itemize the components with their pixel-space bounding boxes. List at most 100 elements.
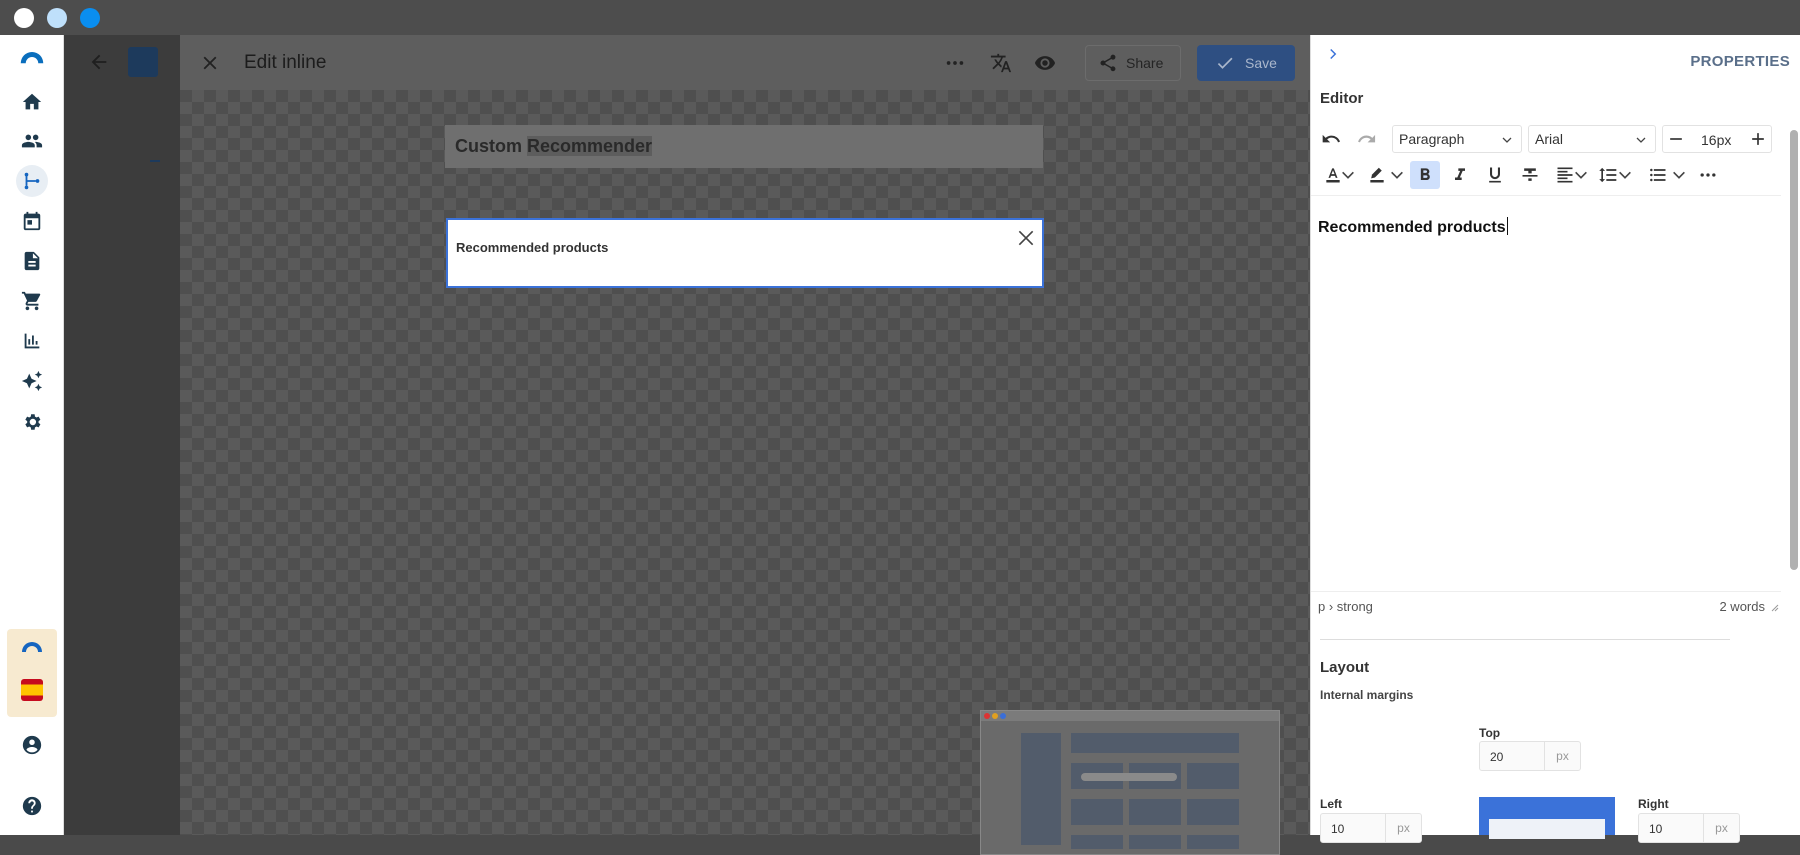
save-button[interactable]: Save	[1197, 45, 1295, 81]
header-text: Custom Recommender	[455, 136, 653, 157]
element-path[interactable]: p › strong	[1318, 599, 1373, 614]
editor-canvas: Custom Recommender Recommended products	[180, 90, 1310, 855]
top-label: Top	[1479, 726, 1501, 740]
journey-icon[interactable]	[16, 165, 48, 197]
resize-handle-icon[interactable]	[1769, 602, 1779, 612]
strikethrough-icon[interactable]	[1515, 161, 1545, 189]
app: Edit inline Share Save Custom Recommende…	[0, 35, 1800, 855]
close-icon[interactable]	[196, 49, 224, 77]
save-label: Save	[1245, 55, 1277, 71]
minimize-window-button[interactable]	[47, 8, 67, 28]
more-toolbar-icon[interactable]	[1693, 161, 1723, 189]
calendar-icon[interactable]	[16, 205, 48, 237]
font-size-value[interactable]: 16px	[1701, 132, 1731, 148]
right-margin-value: 10	[1649, 822, 1663, 836]
close-block-icon[interactable]	[1016, 228, 1036, 248]
help-icon[interactable]	[16, 790, 48, 822]
left-label: Left	[1320, 797, 1342, 811]
window-titlebar	[0, 0, 1800, 35]
cart-icon[interactable]	[16, 285, 48, 317]
block-format-value: Paragraph	[1399, 131, 1465, 147]
device-icon	[128, 47, 158, 77]
right-margin-field[interactable]: 10 px	[1638, 813, 1740, 843]
modal-title: Edit inline	[244, 52, 327, 73]
increase-size-icon[interactable]	[1745, 126, 1771, 152]
chart-icon[interactable]	[16, 325, 48, 357]
translate-icon[interactable]	[986, 48, 1016, 78]
more-options-icon[interactable]	[940, 48, 970, 78]
logo-icon[interactable]	[16, 41, 48, 73]
minimap-bar	[981, 711, 1279, 721]
underline-icon[interactable]	[1480, 161, 1510, 189]
editor-content[interactable]: Recommended products	[1318, 217, 1508, 237]
zoom-window-button[interactable]	[80, 8, 100, 28]
chevron-down-icon[interactable]	[1573, 161, 1589, 189]
margin-preview	[1479, 797, 1615, 839]
block-text: Recommended products	[456, 240, 609, 255]
layout-label: Layout	[1320, 659, 1370, 676]
check-icon	[1217, 57, 1233, 69]
chevron-down-icon[interactable]	[1389, 161, 1405, 189]
toolbar-divider	[1311, 195, 1781, 196]
bold-icon[interactable]	[1410, 161, 1440, 189]
chevron-down-icon[interactable]	[1340, 161, 1356, 189]
internal-margins-label: Internal margins	[1320, 688, 1414, 702]
block-format-select[interactable]: Paragraph	[1392, 125, 1522, 153]
selected-text-block[interactable]: Recommended products	[446, 218, 1044, 288]
panel-title: PROPERTIES	[1690, 53, 1790, 70]
modal-toolbar: Edit inline Share Save	[180, 35, 1310, 90]
back-arrow-icon	[84, 47, 114, 77]
section-divider	[1320, 639, 1730, 640]
bullet-list-icon[interactable]	[1643, 161, 1673, 189]
chevron-down-icon	[1636, 137, 1646, 143]
decrease-size-icon[interactable]	[1663, 126, 1689, 152]
spain-flag-icon[interactable]	[21, 679, 43, 701]
background-marker	[150, 160, 160, 162]
header-text-a: Custom	[455, 136, 522, 156]
document-icon[interactable]	[16, 245, 48, 277]
preview-eye-icon[interactable]	[1030, 48, 1060, 78]
brand-logo-icon	[20, 639, 44, 653]
italic-icon[interactable]	[1445, 161, 1475, 189]
editor-text: Recommended products	[1318, 219, 1506, 236]
top-margin-field[interactable]: 20 px	[1479, 741, 1581, 771]
font-size-control: 16px	[1662, 125, 1772, 153]
panel-scrollbar[interactable]	[1790, 130, 1798, 570]
chevron-down-icon	[1502, 137, 1512, 143]
share-label: Share	[1126, 55, 1164, 71]
highlight-color-icon[interactable]	[1362, 161, 1392, 189]
font-family-select[interactable]: Arial	[1528, 125, 1656, 153]
top-margin-unit: px	[1544, 742, 1580, 770]
redo-icon[interactable]	[1352, 125, 1382, 153]
recommender-header[interactable]: Custom Recommender	[445, 125, 1043, 168]
home-icon[interactable]	[16, 86, 48, 118]
editor-statusbar: p › strong 2 words	[1311, 591, 1781, 619]
chevron-down-icon[interactable]	[1671, 161, 1687, 189]
account-icon[interactable]	[16, 729, 48, 761]
properties-panel: PROPERTIES Editor Paragraph Arial 16px R…	[1310, 35, 1800, 843]
close-window-button[interactable]	[14, 8, 34, 28]
right-label: Right	[1638, 797, 1669, 811]
word-count: 2 words	[1719, 599, 1765, 614]
users-icon[interactable]	[16, 125, 48, 157]
text-caret	[1506, 217, 1508, 235]
brand-badge	[7, 629, 57, 717]
editor-label: Editor	[1320, 90, 1364, 107]
minimap-thumbnail[interactable]	[980, 710, 1280, 855]
share-icon	[1100, 54, 1116, 72]
left-margin-unit: px	[1385, 814, 1421, 842]
chevron-down-icon[interactable]	[1617, 161, 1633, 189]
sparkle-icon[interactable]	[16, 365, 48, 397]
left-margin-value: 10	[1331, 822, 1345, 836]
collapse-panel-chevron-icon[interactable]	[1321, 42, 1345, 66]
undo-icon[interactable]	[1316, 125, 1346, 153]
background-app	[64, 35, 180, 835]
header-text-b: Recommender	[527, 136, 653, 156]
top-margin-value: 20	[1490, 750, 1504, 764]
font-family-value: Arial	[1535, 131, 1564, 147]
share-button[interactable]: Share	[1085, 45, 1181, 81]
gear-icon[interactable]	[16, 406, 48, 438]
edit-inline-modal: Edit inline Share Save Custom Recommende…	[180, 35, 1310, 855]
left-nav	[0, 35, 64, 835]
left-margin-field[interactable]: 10 px	[1320, 813, 1422, 843]
